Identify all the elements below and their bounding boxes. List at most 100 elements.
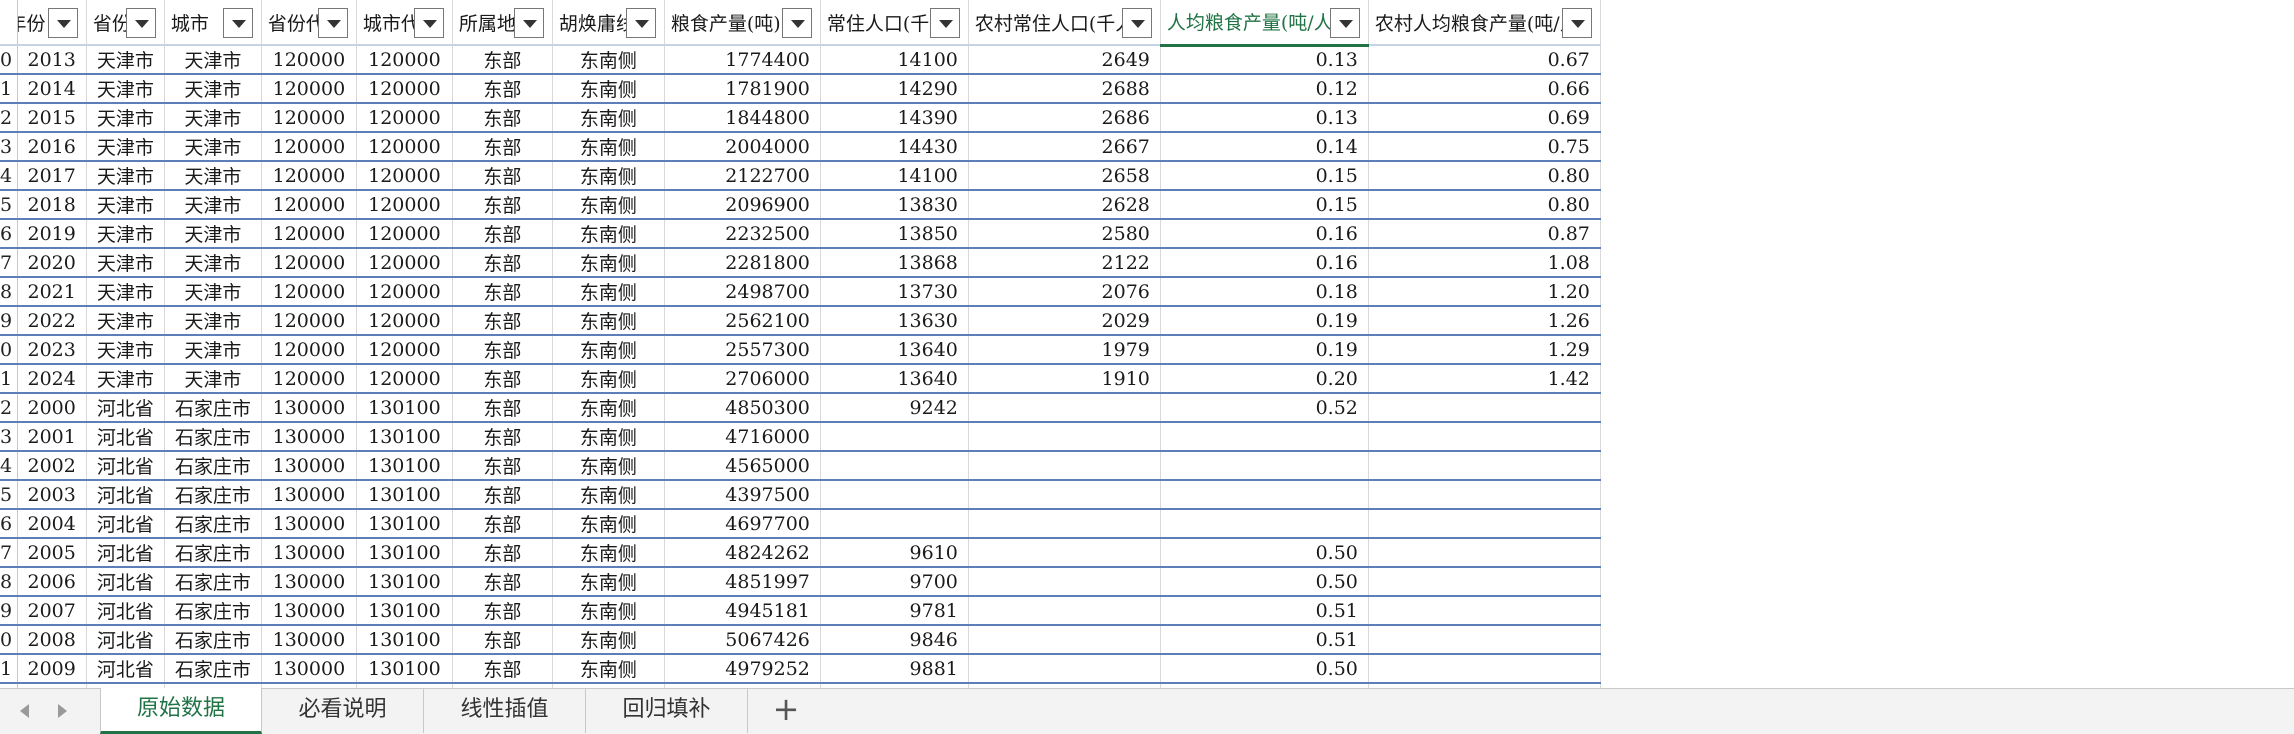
table-cell[interactable]: 9700: [820, 567, 969, 597]
table-cell[interactable]: 130100: [356, 451, 453, 481]
table-cell[interactable]: 东南侧: [552, 161, 665, 191]
table-cell[interactable]: 13830: [820, 190, 969, 220]
table-cell[interactable]: 2019: [17, 219, 87, 249]
table-cell[interactable]: 天津市: [164, 364, 262, 394]
table-cell[interactable]: 0.13: [1160, 45, 1369, 75]
table-cell[interactable]: 130100: [356, 509, 453, 539]
table-cell[interactable]: 2001: [17, 422, 87, 452]
table-cell[interactable]: 130000: [261, 451, 357, 481]
table-cell[interactable]: 120000: [356, 74, 453, 104]
table-cell[interactable]: 130000: [261, 625, 357, 655]
table-cell[interactable]: [968, 625, 1161, 655]
table-cell[interactable]: 130000: [261, 509, 357, 539]
spreadsheet-grid[interactable]: 年份 省份城市 省份代码城市代码所属地域胡焕庸线 粮食产量(吨) 常住人口(千人)农村常…: [0, 0, 2294, 688]
table-cell[interactable]: 2281800: [664, 248, 821, 278]
table-cell[interactable]: 130100: [356, 538, 453, 568]
table-cell[interactable]: 2008: [17, 625, 87, 655]
table-cell[interactable]: 天津市: [164, 103, 262, 133]
table-cell[interactable]: 0.50: [1160, 654, 1369, 684]
table-cell[interactable]: 9610: [820, 538, 969, 568]
table-cell[interactable]: [968, 596, 1161, 626]
table-cell[interactable]: 0.19: [1160, 306, 1369, 336]
table-cell[interactable]: [820, 509, 969, 539]
table-cell[interactable]: 天津市: [164, 335, 262, 365]
table-cell[interactable]: 东部: [452, 509, 553, 539]
table-cell[interactable]: 天津市: [86, 45, 165, 75]
table-cell[interactable]: 河北省: [86, 451, 165, 481]
table-cell[interactable]: 0.16: [1160, 248, 1369, 278]
table-cell[interactable]: 120000: [261, 364, 357, 394]
filter-dropdown-icon[interactable]: [47, 8, 78, 38]
table-cell[interactable]: 0.69: [1368, 103, 1601, 133]
table-cell[interactable]: 130000: [261, 596, 357, 626]
table-cell[interactable]: 天津市: [164, 132, 262, 162]
filter-dropdown-icon[interactable]: [1121, 8, 1152, 38]
table-cell[interactable]: [968, 480, 1161, 510]
table-cell[interactable]: 130100: [356, 567, 453, 597]
table-cell[interactable]: 1.26: [1368, 306, 1601, 336]
table-cell[interactable]: 14290: [820, 74, 969, 104]
table-cell[interactable]: [968, 422, 1161, 452]
table-cell[interactable]: 120000: [261, 45, 357, 75]
table-cell[interactable]: [1160, 451, 1369, 481]
table-cell[interactable]: 2007: [17, 596, 87, 626]
table-cell[interactable]: 1.29: [1368, 335, 1601, 365]
table-cell[interactable]: 2014: [17, 74, 87, 104]
table-cell[interactable]: 东南侧: [552, 451, 665, 481]
table-cell[interactable]: 2688: [968, 74, 1161, 104]
table-cell[interactable]: 东南侧: [552, 422, 665, 452]
table-cell[interactable]: [1368, 451, 1601, 481]
table-cell[interactable]: 东部: [452, 480, 553, 510]
table-cell[interactable]: [1160, 509, 1369, 539]
column-header[interactable]: 年份: [17, 0, 87, 46]
table-cell[interactable]: 2020: [17, 248, 87, 278]
table-cell[interactable]: 2667: [968, 132, 1161, 162]
table-cell[interactable]: 天津市: [164, 161, 262, 191]
column-header[interactable]: 常住人口(千人): [820, 0, 969, 46]
table-cell[interactable]: 1979: [968, 335, 1161, 365]
table-cell[interactable]: 东南侧: [552, 625, 665, 655]
table-cell[interactable]: 2003: [17, 480, 87, 510]
table-cell[interactable]: 2649: [968, 45, 1161, 75]
table-cell[interactable]: 0.14: [1160, 132, 1369, 162]
table-cell[interactable]: 13850: [820, 219, 969, 249]
column-header[interactable]: 农村人均粮食产量(吨/人): [1368, 0, 1601, 46]
table-cell[interactable]: 120000: [261, 219, 357, 249]
table-cell[interactable]: 河北省: [86, 538, 165, 568]
table-cell[interactable]: 13868: [820, 248, 969, 278]
table-cell[interactable]: 2706000: [664, 364, 821, 394]
table-cell[interactable]: 130100: [356, 393, 453, 423]
table-cell[interactable]: 120000: [261, 103, 357, 133]
table-cell[interactable]: 河北省: [86, 480, 165, 510]
table-cell[interactable]: 东部: [452, 132, 553, 162]
table-cell[interactable]: [968, 393, 1161, 423]
table-cell[interactable]: 东南侧: [552, 74, 665, 104]
table-cell[interactable]: 0.13: [1160, 103, 1369, 133]
table-cell[interactable]: 天津市: [86, 335, 165, 365]
table-cell[interactable]: 120000: [261, 248, 357, 278]
table-cell[interactable]: 1774400: [664, 45, 821, 75]
column-header[interactable]: 粮食产量(吨): [664, 0, 821, 46]
table-cell[interactable]: 120000: [356, 161, 453, 191]
table-cell[interactable]: [820, 451, 969, 481]
table-cell[interactable]: 河北省: [86, 567, 165, 597]
table-cell[interactable]: 2004000: [664, 132, 821, 162]
table-cell[interactable]: 东部: [452, 74, 553, 104]
table-cell[interactable]: 天津市: [164, 45, 262, 75]
table-cell[interactable]: 石家庄市: [164, 393, 262, 423]
table-cell[interactable]: 东部: [452, 219, 553, 249]
table-cell[interactable]: 东南侧: [552, 364, 665, 394]
table-cell[interactable]: 0.20: [1160, 364, 1369, 394]
table-cell[interactable]: 天津市: [86, 364, 165, 394]
table-cell[interactable]: 0.18: [1160, 277, 1369, 307]
table-cell[interactable]: 东南侧: [552, 190, 665, 220]
table-cell[interactable]: 东部: [452, 393, 553, 423]
table-cell[interactable]: 2122700: [664, 161, 821, 191]
table-cell[interactable]: 130100: [356, 654, 453, 684]
table-cell[interactable]: [820, 422, 969, 452]
filter-dropdown-icon[interactable]: [125, 8, 156, 38]
table-cell[interactable]: 9781: [820, 596, 969, 626]
table-cell[interactable]: [1368, 538, 1601, 568]
table-cell[interactable]: 东南侧: [552, 219, 665, 249]
sheet-tab[interactable]: 必看说明: [262, 689, 424, 733]
